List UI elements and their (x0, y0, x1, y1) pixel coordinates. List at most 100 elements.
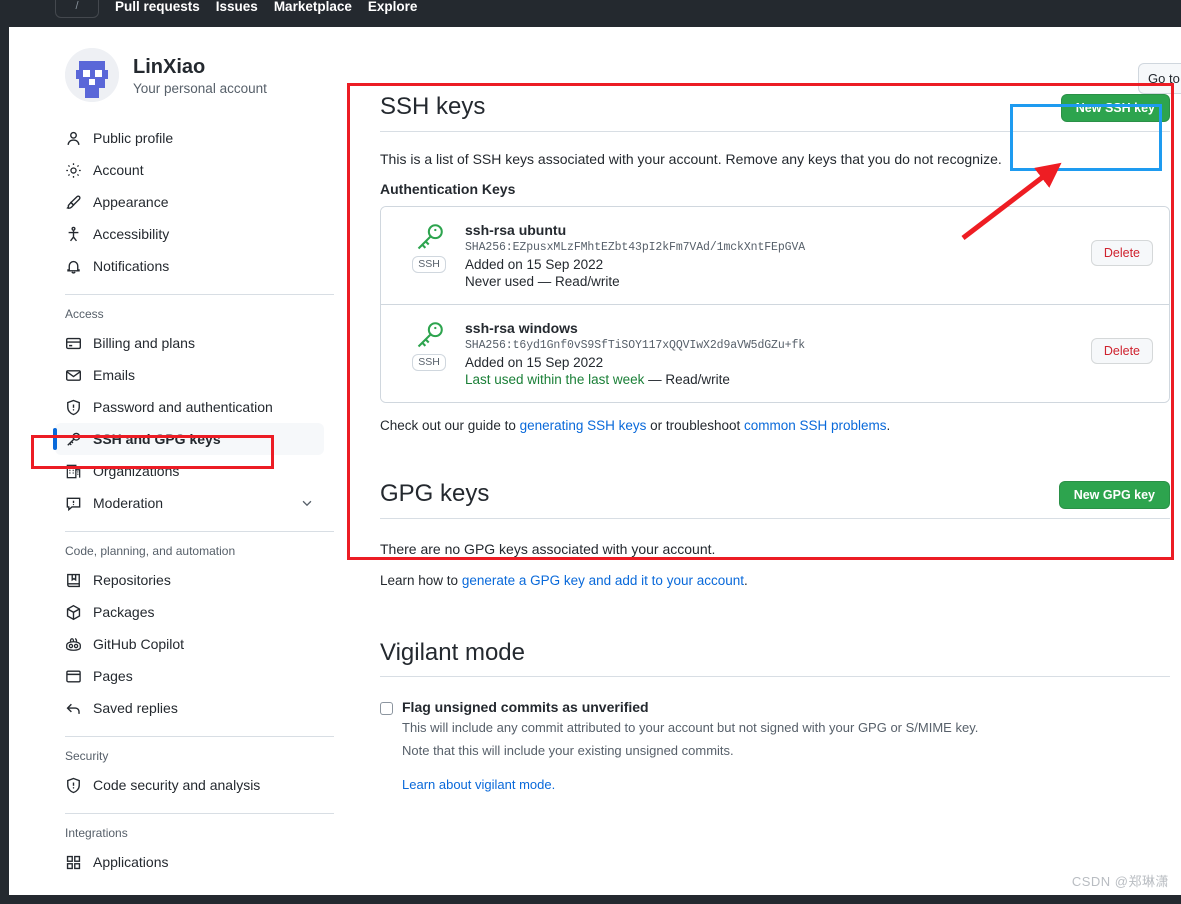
gpg-empty-message: There are no GPG keys associated with yo… (380, 540, 716, 557)
nav-link-issues[interactable]: Issues (216, 0, 258, 14)
accessibility-icon (68, 226, 79, 241)
vigilant-mode-header: Vigilant mode (380, 639, 1170, 678)
shield-lock-icon (67, 399, 80, 415)
authentication-keys-subheading: Authentication Keys (380, 180, 516, 197)
key-icon (417, 321, 443, 348)
nav-link-explore[interactable]: Explore (368, 0, 418, 14)
avatar[interactable] (65, 48, 119, 102)
top-navigation-bar: / Pull requests Issues Marketplace Explo… (0, 0, 1181, 27)
delete-ssh-key-button[interactable]: Delete (1090, 337, 1153, 364)
sidebar-group-access: Billing and plans Emails Password and au… (53, 327, 345, 519)
generating-ssh-keys-link[interactable]: generating SSH keys (520, 418, 647, 433)
nav-link-pull-requests[interactable]: Pull requests (115, 0, 200, 14)
shield-check-icon (67, 777, 80, 793)
sidebar-item-label: GitHub Copilot (93, 636, 185, 652)
ssh-key-fingerprint: SHA256:EZpusxMLzFMhtEZbt43pI2kFm7VAd/1mc… (465, 240, 806, 254)
gpg-keys-title: GPG keys (380, 479, 490, 507)
sidebar-item-label: Saved replies (93, 700, 178, 716)
sidebar-item-moderation[interactable]: Moderation (55, 487, 324, 519)
sidebar-heading-integrations: Integrations (65, 826, 128, 840)
sidebar-item-account[interactable]: Account (55, 154, 324, 186)
gpg-learn-prefix: Learn how to (380, 572, 462, 588)
sidebar-item-organizations[interactable]: Organizations (55, 455, 324, 487)
sidebar-item-label: Organizations (93, 463, 180, 479)
vigilant-mode-section: Vigilant mode Flag unsigned commits as u… (380, 639, 1170, 792)
delete-ssh-key-button[interactable]: Delete (1090, 239, 1153, 266)
key-icon (67, 432, 81, 446)
sidebar-item-label: SSH and GPG keys (93, 431, 221, 447)
sidebar-divider (65, 531, 334, 532)
sidebar-item-accessibility[interactable]: Accessibility (55, 218, 324, 250)
settings-sidebar: LinXiao Your personal account Public pro… (53, 48, 345, 878)
vigilant-mode-note-line2: Note that this will include your existin… (402, 742, 734, 758)
chevron-down-icon[interactable] (300, 496, 314, 510)
comment-icon (66, 497, 81, 511)
ssh-guide-text: Check out our guide to generating SSH ke… (380, 418, 1170, 433)
sidebar-item-label: Code security and analysis (93, 777, 261, 793)
sidebar-item-appearance[interactable]: Appearance (55, 186, 324, 218)
sidebar-item-notifications[interactable]: Notifications (55, 250, 324, 282)
sidebar-item-applications[interactable]: Applications (55, 846, 324, 878)
sidebar-item-ssh-and-gpg-keys[interactable]: SSH and GPG keys (53, 423, 324, 455)
sidebar-item-code-security-and-analysis[interactable]: Code security and analysis (55, 769, 324, 801)
guide-middle: or troubleshoot (646, 417, 744, 433)
sidebar-item-pages[interactable]: Pages (55, 660, 324, 692)
new-gpg-key-button[interactable]: New GPG key (1058, 480, 1170, 509)
ssh-key-fingerprint: SHA256:t6yd1Gnf0vS9SfTiSOY117xQQVIwX2d9a… (465, 338, 806, 352)
vigilant-mode-title: Vigilant mode (380, 638, 525, 666)
ssh-key-permission: — Read/write (644, 371, 730, 387)
browser-icon (66, 669, 81, 683)
sidebar-item-label: Appearance (93, 194, 169, 210)
credit-card-icon (66, 337, 81, 349)
vigilant-mode-learn-row: Learn about vigilant mode. (402, 777, 1170, 792)
account-header: LinXiao Your personal account (65, 48, 345, 102)
gear-icon (66, 162, 81, 178)
sidebar-divider (65, 736, 334, 737)
sidebar-item-label: Billing and plans (93, 335, 195, 351)
left-dark-rail (0, 27, 9, 904)
sidebar-item-saved-replies[interactable]: Saved replies (55, 692, 324, 724)
sidebar-group-security: Code security and analysis (65, 769, 345, 801)
sidebar-item-github-copilot[interactable]: GitHub Copilot (55, 628, 324, 660)
sidebar-item-public-profile[interactable]: Public profile (55, 122, 324, 154)
guide-prefix: Check out our guide to (380, 417, 520, 433)
generate-gpg-key-link[interactable]: generate a GPG key and add it to your ac… (462, 573, 744, 588)
main-content: SSH keys New SSH key This is a list of S… (380, 93, 1170, 792)
sidebar-item-label: Public profile (93, 130, 174, 146)
learn-about-vigilant-mode-link[interactable]: Learn about vigilant mode. (402, 777, 555, 792)
apps-grid-icon (66, 855, 81, 869)
key-icon (417, 223, 443, 250)
person-icon (67, 131, 80, 145)
bottom-dark-rail (0, 895, 1181, 904)
go-to-button[interactable]: Go to (1138, 63, 1181, 94)
mail-icon (66, 369, 81, 381)
sidebar-item-label: Applications (93, 854, 169, 870)
sidebar-item-billing-and-plans[interactable]: Billing and plans (55, 327, 324, 359)
sidebar-item-repositories[interactable]: Repositories (55, 564, 324, 596)
ssh-key-usage: Never used — Read/write (465, 274, 1077, 289)
common-ssh-problems-link[interactable]: common SSH problems (744, 418, 887, 433)
sidebar-item-packages[interactable]: Packages (55, 596, 324, 628)
sidebar-item-label: Packages (93, 604, 155, 620)
ssh-keys-list: SSH ssh-rsa ubuntu SHA256:EZpusxMLzFMhtE… (380, 205, 1170, 403)
sidebar-group-code: Repositories Packages GitHub Copilot Pag… (65, 564, 345, 724)
sidebar-item-password-and-authentication[interactable]: Password and authentication (55, 391, 324, 423)
ssh-key-row: SSH ssh-rsa windows SHA256:t6yd1Gnf0vS9S… (381, 303, 1169, 402)
flag-unsigned-commits-checkbox[interactable] (380, 702, 393, 716)
ssh-key-usage-text: Never used (465, 273, 535, 289)
search-box[interactable]: / (55, 0, 99, 18)
ssh-keys-header: SSH keys New SSH key (380, 93, 1170, 132)
nav-link-marketplace[interactable]: Marketplace (274, 0, 352, 14)
package-icon (66, 604, 81, 620)
account-subtitle: Your personal account (133, 80, 267, 96)
sidebar-divider (65, 294, 334, 295)
sidebar-heading-code-planning-automation: Code, planning, and automation (65, 544, 236, 558)
ssh-badge: SSH (412, 255, 446, 273)
ssh-key-usage: Last used within the last week — Read/wr… (465, 372, 1077, 387)
new-ssh-key-button[interactable]: New SSH key (1060, 93, 1170, 122)
sidebar-item-emails[interactable]: Emails (55, 359, 324, 391)
ssh-key-title: ssh-rsa ubuntu (465, 221, 567, 238)
ssh-key-row: SSH ssh-rsa ubuntu SHA256:EZpusxMLzFMhtE… (381, 206, 1169, 304)
page-title: SSH keys (380, 93, 486, 120)
sidebar-item-label: Pages (93, 668, 133, 684)
